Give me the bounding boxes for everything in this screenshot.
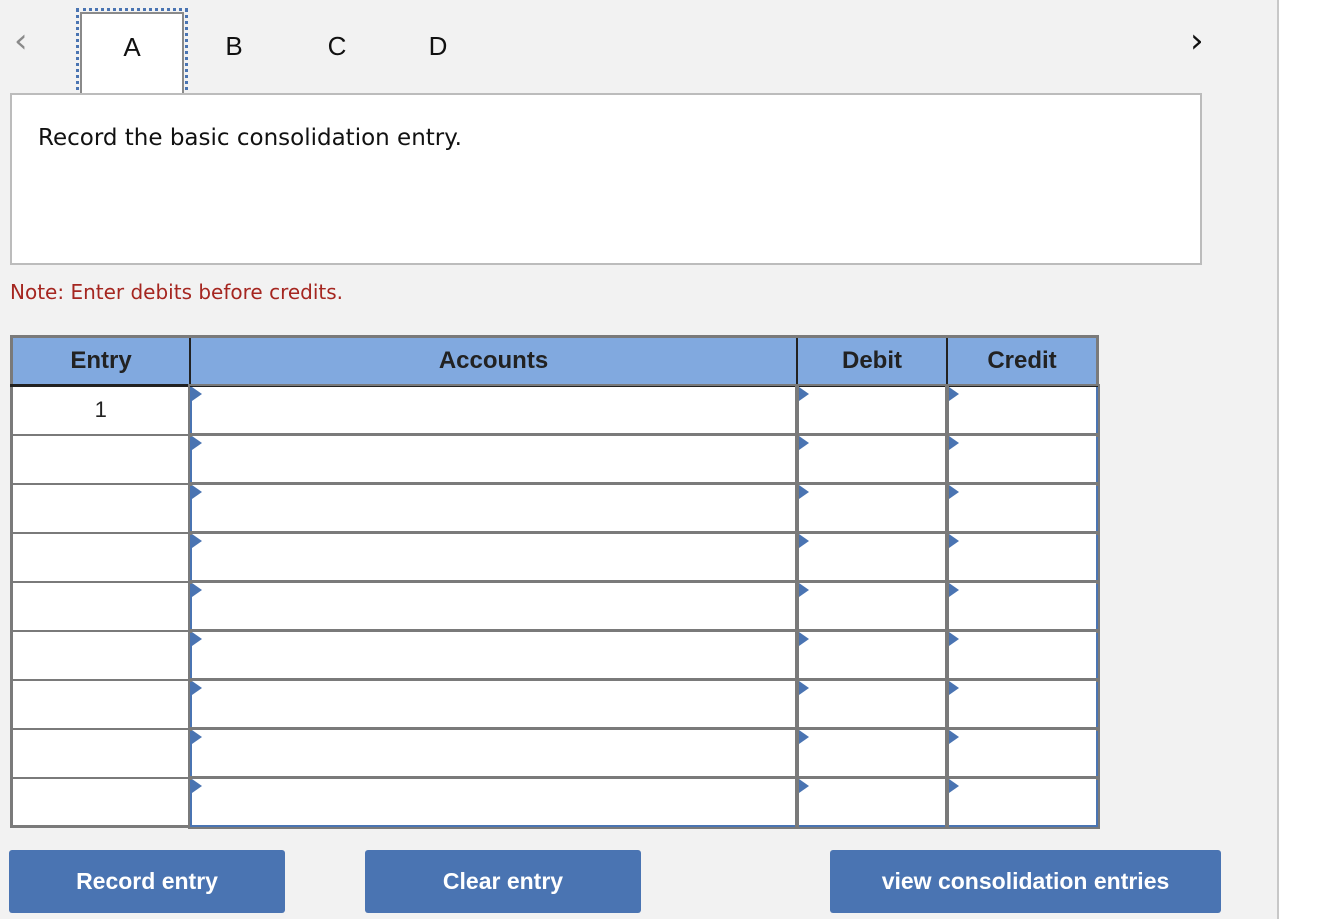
debit-input[interactable] (795, 481, 949, 535)
debit-input[interactable] (795, 383, 949, 437)
record-entry-button[interactable]: Record entry (9, 850, 285, 913)
account-input[interactable] (188, 579, 799, 633)
table-row: 1 (10, 383, 1100, 437)
table-row (10, 530, 1100, 584)
question-box: Record the basic consolidation entry. (10, 93, 1202, 265)
credit-input[interactable] (945, 432, 1100, 486)
dropdown-marker-icon (948, 436, 959, 450)
dropdown-marker-icon (191, 779, 202, 793)
chevron-left-icon[interactable]: ‹ (14, 24, 28, 58)
dropdown-marker-icon (948, 632, 959, 646)
view-consolidation-entries-button[interactable]: view consolidation entries (830, 850, 1221, 913)
table-row (10, 432, 1100, 486)
dropdown-marker-icon (798, 779, 809, 793)
account-input[interactable] (188, 432, 799, 486)
dropdown-marker-icon (191, 730, 202, 744)
dropdown-marker-icon (191, 681, 202, 695)
table-row (10, 677, 1100, 731)
credit-input[interactable] (945, 530, 1100, 584)
entry-cell (10, 531, 191, 583)
credit-input[interactable] (945, 775, 1100, 829)
header-entry: Entry (11, 336, 191, 387)
dropdown-marker-icon (191, 485, 202, 499)
header-debit: Debit (797, 336, 948, 387)
credit-input[interactable] (945, 726, 1100, 780)
debit-input[interactable] (795, 677, 949, 731)
account-input[interactable] (188, 726, 799, 780)
account-input[interactable] (188, 677, 799, 731)
dropdown-marker-icon (191, 534, 202, 548)
dropdown-marker-icon (948, 779, 959, 793)
dropdown-marker-icon (191, 387, 202, 401)
dropdown-marker-icon (948, 681, 959, 695)
dropdown-marker-icon (798, 632, 809, 646)
dropdown-marker-icon (191, 436, 202, 450)
tab-a[interactable]: A (76, 8, 188, 98)
note-text: Note: Enter debits before credits. (10, 280, 344, 304)
journal-table: Entry Accounts Debit Credit 1 (10, 335, 1100, 829)
table-row (10, 775, 1100, 829)
table-row (10, 579, 1100, 633)
question-panel: ‹ › A B C D Record the basic consolidati… (0, 0, 1279, 919)
table-row (10, 628, 1100, 682)
debit-input[interactable] (795, 628, 949, 682)
dropdown-marker-icon (798, 387, 809, 401)
dropdown-marker-icon (798, 681, 809, 695)
credit-input[interactable] (945, 383, 1100, 437)
tab-c[interactable]: C (285, 10, 389, 96)
dropdown-marker-icon (191, 632, 202, 646)
credit-input[interactable] (945, 579, 1100, 633)
entry-cell (10, 776, 191, 828)
dropdown-marker-icon (948, 583, 959, 597)
debit-input[interactable] (795, 775, 949, 829)
dropdown-marker-icon (948, 485, 959, 499)
entry-cell (10, 629, 191, 681)
dropdown-marker-icon (798, 730, 809, 744)
dropdown-marker-icon (948, 387, 959, 401)
header-credit: Credit (947, 336, 1098, 387)
entry-cell: 1 (10, 384, 191, 436)
question-text: Record the basic consolidation entry. (38, 125, 462, 151)
entry-cell (10, 678, 191, 730)
credit-input[interactable] (945, 481, 1100, 535)
clear-entry-button[interactable]: Clear entry (365, 850, 641, 913)
dropdown-marker-icon (798, 534, 809, 548)
dropdown-marker-icon (798, 436, 809, 450)
account-input[interactable] (188, 628, 799, 682)
entry-cell (10, 727, 191, 779)
dropdown-marker-icon (948, 534, 959, 548)
account-input[interactable] (188, 383, 799, 437)
dropdown-marker-icon (798, 485, 809, 499)
dropdown-marker-icon (948, 730, 959, 744)
entry-cell (10, 482, 191, 534)
debit-input[interactable] (795, 432, 949, 486)
credit-input[interactable] (945, 628, 1100, 682)
tab-d[interactable]: D (386, 10, 490, 96)
account-input[interactable] (188, 775, 799, 829)
dropdown-marker-icon (191, 583, 202, 597)
chevron-right-icon[interactable]: › (1190, 24, 1204, 58)
entry-cell (10, 580, 191, 632)
credit-input[interactable] (945, 677, 1100, 731)
debit-input[interactable] (795, 726, 949, 780)
entry-cell (10, 433, 191, 485)
debit-input[interactable] (795, 530, 949, 584)
table-row (10, 481, 1100, 535)
account-input[interactable] (188, 530, 799, 584)
table-header-row: Entry Accounts Debit Credit (11, 336, 1098, 387)
debit-input[interactable] (795, 579, 949, 633)
tab-b[interactable]: B (182, 10, 286, 96)
dropdown-marker-icon (798, 583, 809, 597)
table-row (10, 726, 1100, 780)
account-input[interactable] (188, 481, 799, 535)
header-accounts: Accounts (190, 336, 798, 387)
